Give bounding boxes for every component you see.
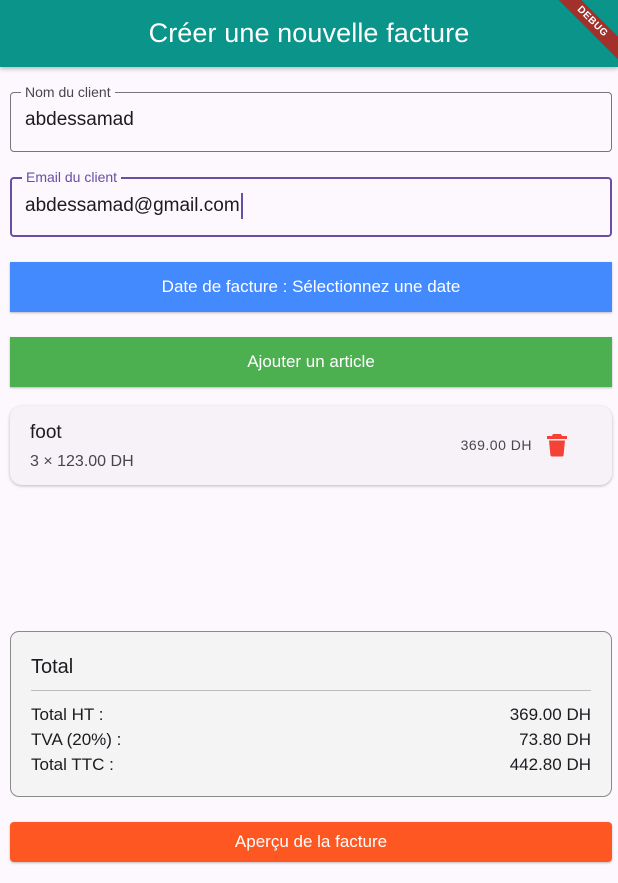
total-ht-value: 369.00 DH	[509, 705, 591, 724]
totals-summary: Total Total HT : 369.00 DH TVA (20%) : 7…	[10, 631, 612, 797]
article-quantity-price: 3 × 123.00 DH	[30, 453, 134, 470]
trash-icon[interactable]	[546, 433, 568, 457]
client-name-value: abdessamad	[25, 109, 134, 130]
app-bar: Créer une nouvelle facture DEBUG	[0, 0, 618, 67]
invoice-date-button[interactable]: Date de facture : Sélectionnez une date	[10, 262, 612, 312]
client-email-field[interactable]: Email du client abdessamad@gmail.com	[10, 169, 612, 237]
tva-label: TVA (20%) :	[31, 730, 122, 749]
page-title: Créer une nouvelle facture	[148, 18, 470, 48]
invoice-preview-button-label: Aperçu de la facture	[234, 832, 388, 851]
add-article-button-label: Ajouter un article	[247, 352, 375, 371]
total-ttc-row: Total TTC : 442.80 DH	[31, 755, 591, 775]
add-article-button[interactable]: Ajouter un article	[10, 337, 612, 387]
article-total: 369.00 DH	[460, 437, 532, 453]
total-ttc-value: 442.80 DH	[509, 755, 591, 774]
article-name: foot	[30, 422, 62, 443]
article-card: foot 3 × 123.00 DH 369.00 DH	[10, 406, 612, 485]
total-ttc-label: Total TTC :	[31, 755, 114, 774]
tva-row: TVA (20%) : 73.80 DH	[31, 730, 591, 750]
totals-divider	[31, 690, 591, 691]
invoice-preview-button[interactable]: Aperçu de la facture	[10, 822, 612, 862]
invoice-date-button-label: Date de facture : Sélectionnez une date	[161, 277, 461, 296]
tva-value: 73.80 DH	[519, 730, 591, 749]
totals-title: Total	[31, 656, 74, 678]
client-email-value: abdessamad@gmail.com	[25, 195, 240, 216]
debug-banner: DEBUG	[543, 0, 618, 67]
client-name-field[interactable]: Nom du client abdessamad	[10, 84, 612, 152]
client-name-label: Nom du client	[21, 84, 115, 100]
total-ht-label: Total HT :	[31, 705, 104, 724]
text-cursor	[240, 193, 243, 219]
total-ht-row: Total HT : 369.00 DH	[31, 705, 591, 725]
client-email-label: Email du client	[22, 169, 122, 185]
